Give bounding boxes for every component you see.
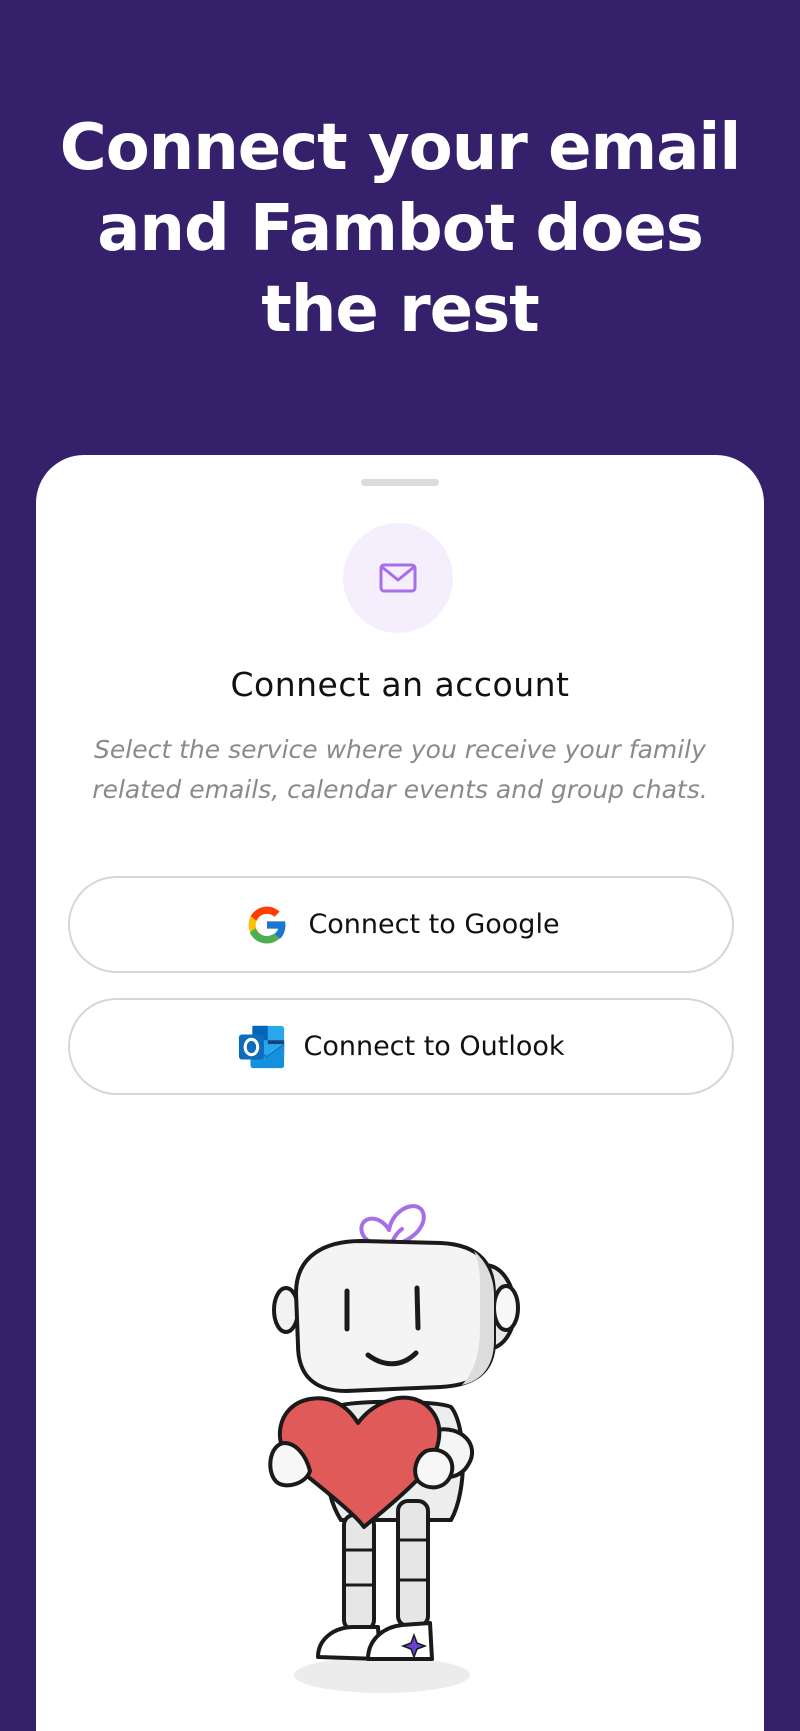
headline-line-2: and Fambot does bbox=[97, 192, 704, 266]
page-headline: Connect your email and Fambot does the r… bbox=[40, 108, 760, 351]
google-icon bbox=[242, 900, 292, 950]
headline-line-1: Connect your email bbox=[59, 111, 742, 185]
sheet-title: Connect an account bbox=[230, 665, 570, 704]
robot-holding-heart-illustration bbox=[268, 1204, 520, 1693]
connect-google-label: Connect to Google bbox=[308, 909, 560, 940]
connect-outlook-button[interactable]: Connect to Outlook bbox=[68, 998, 734, 1095]
sheet-subtitle: Select the service where you receive you… bbox=[92, 735, 708, 804]
connect-google-button[interactable]: Connect to Google bbox=[68, 876, 734, 973]
outlook-icon bbox=[237, 1022, 287, 1072]
headline-line-3: the rest bbox=[261, 273, 540, 347]
mail-icon-badge bbox=[343, 523, 453, 633]
sheet-grabber[interactable] bbox=[361, 479, 439, 486]
mail-icon bbox=[379, 563, 417, 593]
connect-outlook-label: Connect to Outlook bbox=[303, 1031, 565, 1062]
connect-account-sheet: Connect an account Select the service wh… bbox=[36, 455, 764, 1731]
